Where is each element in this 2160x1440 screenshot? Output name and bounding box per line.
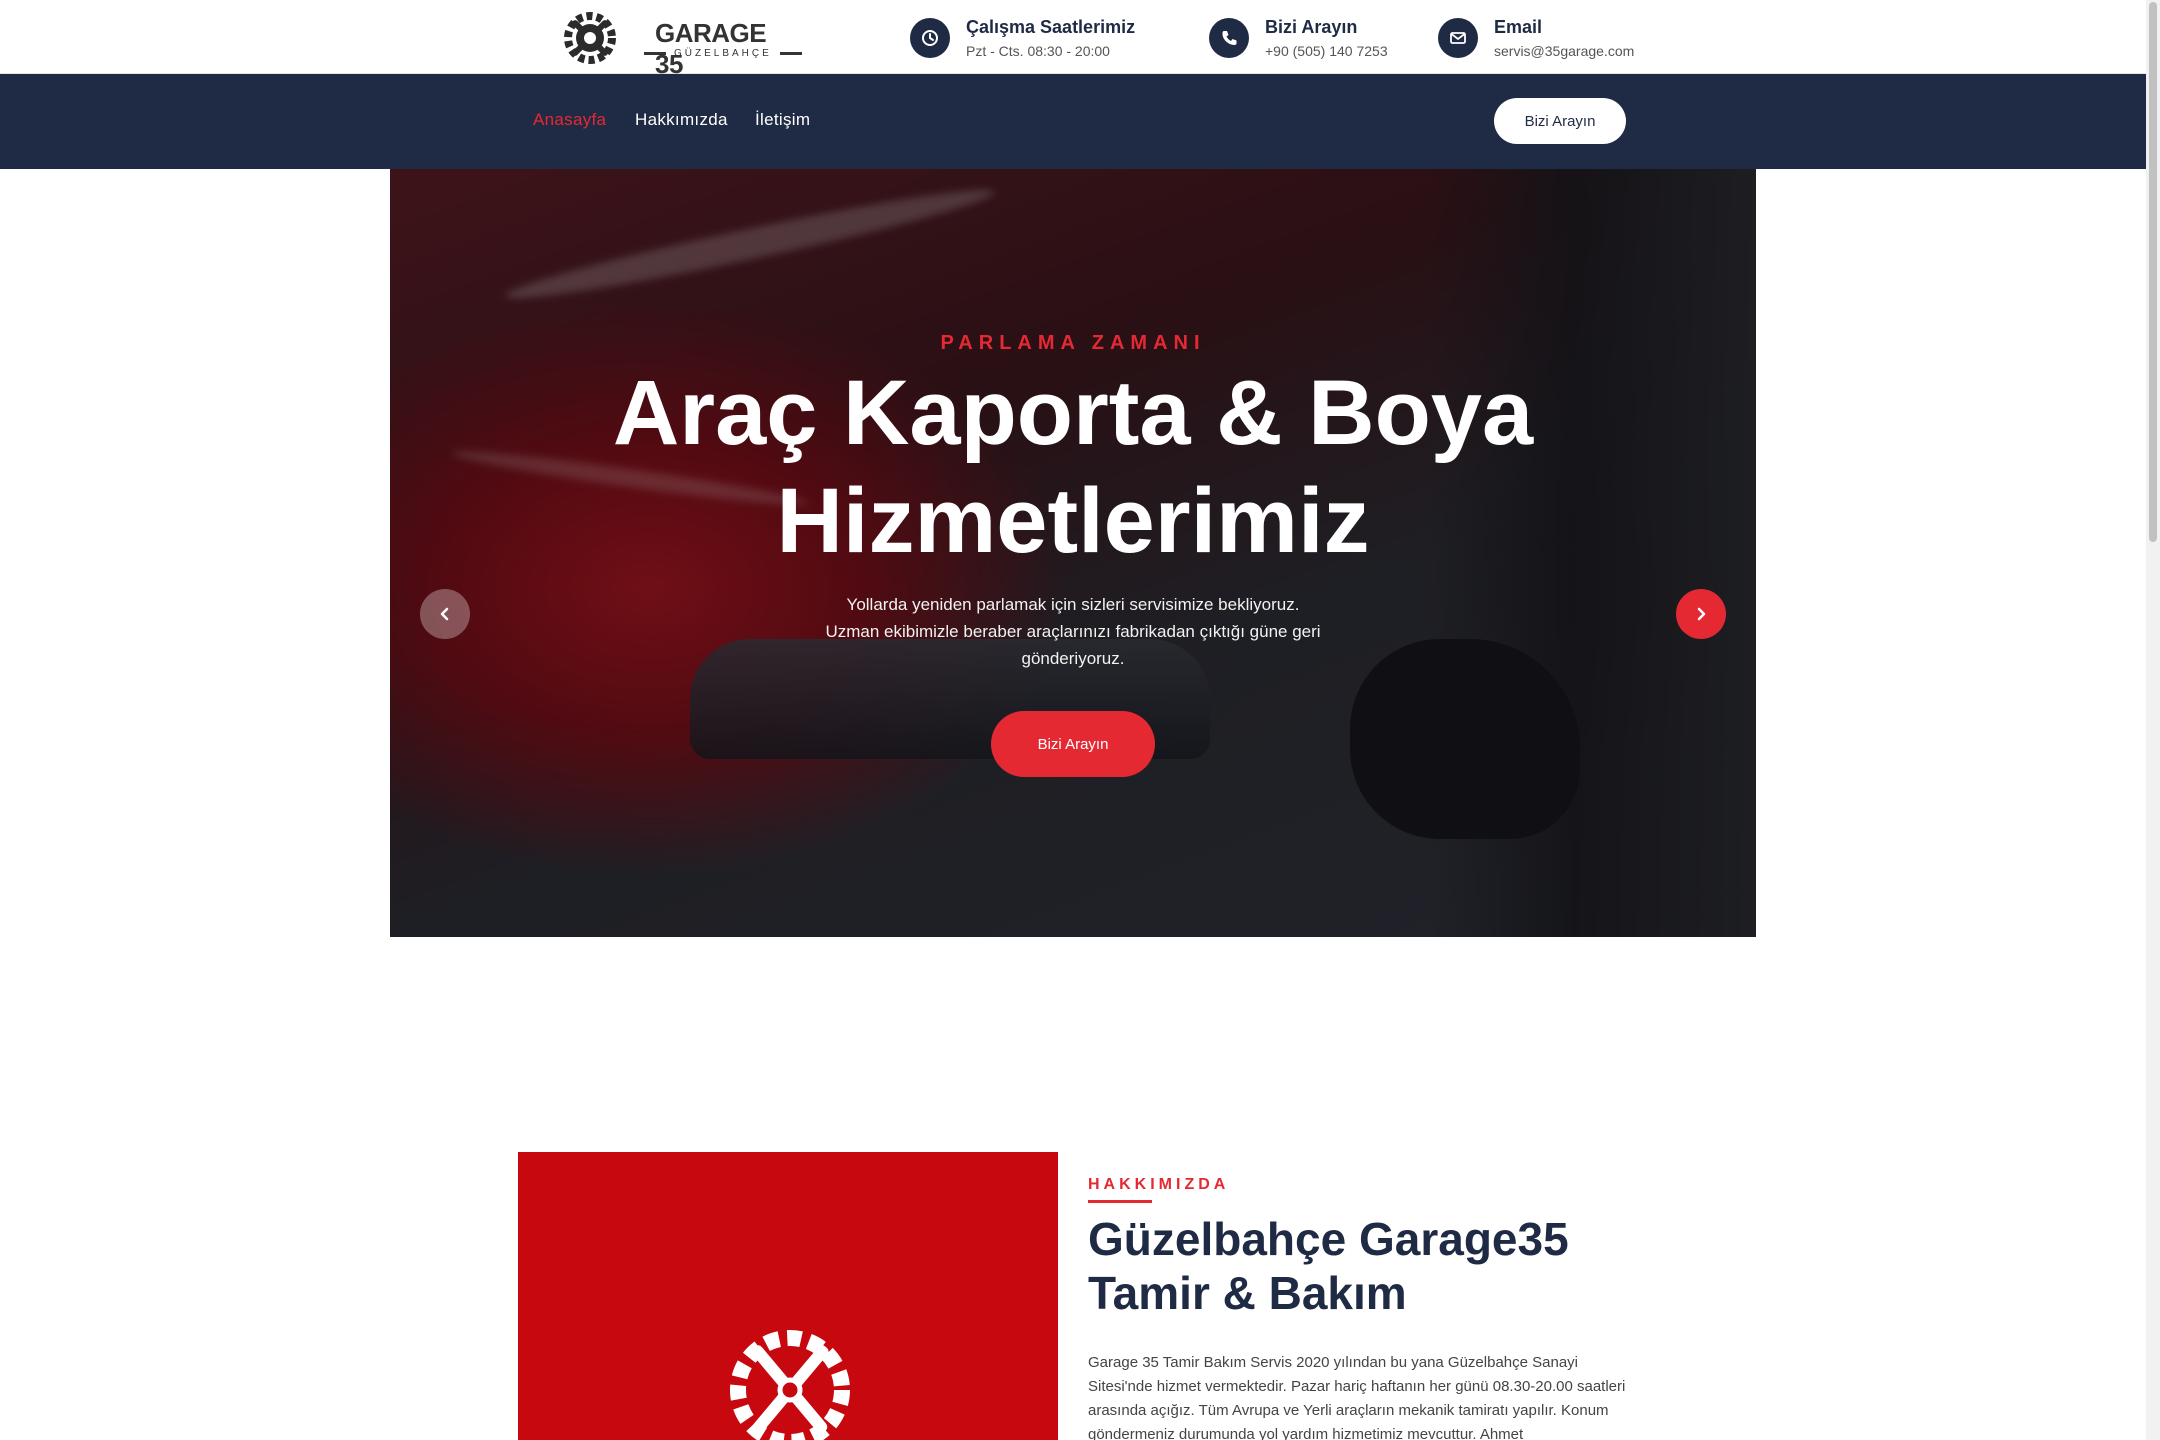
- hero-description-line: Yollarda yeniden parlamak için sizleri s…: [846, 595, 1300, 614]
- scrollbar-thumb[interactable]: [2149, 2, 2157, 542]
- chevron-right-icon: [1697, 607, 1706, 621]
- nav-link-home[interactable]: Anasayfa: [533, 110, 606, 130]
- main-navigation: Anasayfa Hakkımızda İletişim Bizi Arayın: [0, 74, 2146, 169]
- hero-description-line: Uzman ekibimizle beraber araçlarınızı fa…: [825, 622, 1321, 668]
- about-title-line: Tamir & Bakım: [1088, 1267, 1407, 1319]
- email-title: Email: [1494, 17, 1543, 37]
- slider-next-button[interactable]: [1676, 589, 1726, 639]
- about-eyebrow: HAKKIMIZDA: [1088, 1176, 1230, 1193]
- phone-title: Bizi Arayın: [1265, 17, 1358, 37]
- phone-icon: [1209, 18, 1249, 58]
- page-scrollbar[interactable]: [2146, 0, 2160, 1440]
- hero-slider: PARLAMA ZAMANI Araç Kaporta & Boya Hizme…: [390, 169, 1756, 937]
- working-hours-info: Çalışma Saatlerimiz Pzt - Cts. 08:30 - 2…: [910, 17, 1150, 61]
- top-info-bar: GARAGE 35 GÜZELBAHÇE Çalışma Saatlerimiz…: [0, 0, 2146, 79]
- hero-title-line: Hizmetlerimiz: [776, 470, 1370, 572]
- nav-call-button[interactable]: Bizi Arayın: [1494, 98, 1626, 144]
- phone-info[interactable]: Bizi Arayın +90 (505) 140 7253: [1209, 17, 1409, 61]
- brand-subtitle: GÜZELBAHÇE: [644, 48, 802, 59]
- working-hours-value: Pzt - Cts. 08:30 - 20:00: [966, 43, 1110, 59]
- nav-link-about[interactable]: Hakkımızda: [635, 110, 728, 130]
- hero-title: Araç Kaporta & Boya Hizmetlerimiz: [390, 359, 1756, 575]
- about-title: Güzelbahçe Garage35 Tamir & Bakım: [1088, 1212, 1648, 1320]
- about-title-line: Güzelbahçe Garage35: [1088, 1213, 1569, 1265]
- chevron-left-icon: [440, 607, 449, 621]
- hero-call-button[interactable]: Bizi Arayın: [991, 711, 1155, 777]
- about-eyebrow-underline: [1088, 1200, 1152, 1203]
- hero-eyebrow: PARLAMA ZAMANI: [940, 332, 1206, 354]
- brand-logo[interactable]: GARAGE 35 GÜZELBAHÇE: [560, 8, 802, 79]
- hero-title-line: Araç Kaporta & Boya: [612, 362, 1534, 464]
- envelope-icon: [1438, 18, 1478, 58]
- slider-prev-button[interactable]: [420, 589, 470, 639]
- clock-icon: [910, 18, 950, 58]
- about-image: [518, 1152, 1058, 1440]
- piston-gear-emblem-icon: [730, 1330, 850, 1440]
- hero-description: Yollarda yeniden parlamak için sizleri s…: [803, 591, 1343, 672]
- working-hours-title: Çalışma Saatlerimiz: [966, 17, 1136, 37]
- email-value[interactable]: servis@35garage.com: [1494, 43, 1634, 59]
- nav-link-contact[interactable]: İletişim: [755, 110, 810, 130]
- wrench-gear-logo-icon: [564, 12, 616, 64]
- email-info[interactable]: Email servis@35garage.com: [1438, 17, 1638, 61]
- about-description: Garage 35 Tamir Bakım Servis 2020 yılınd…: [1088, 1354, 1626, 1440]
- phone-value[interactable]: +90 (505) 140 7253: [1265, 43, 1388, 59]
